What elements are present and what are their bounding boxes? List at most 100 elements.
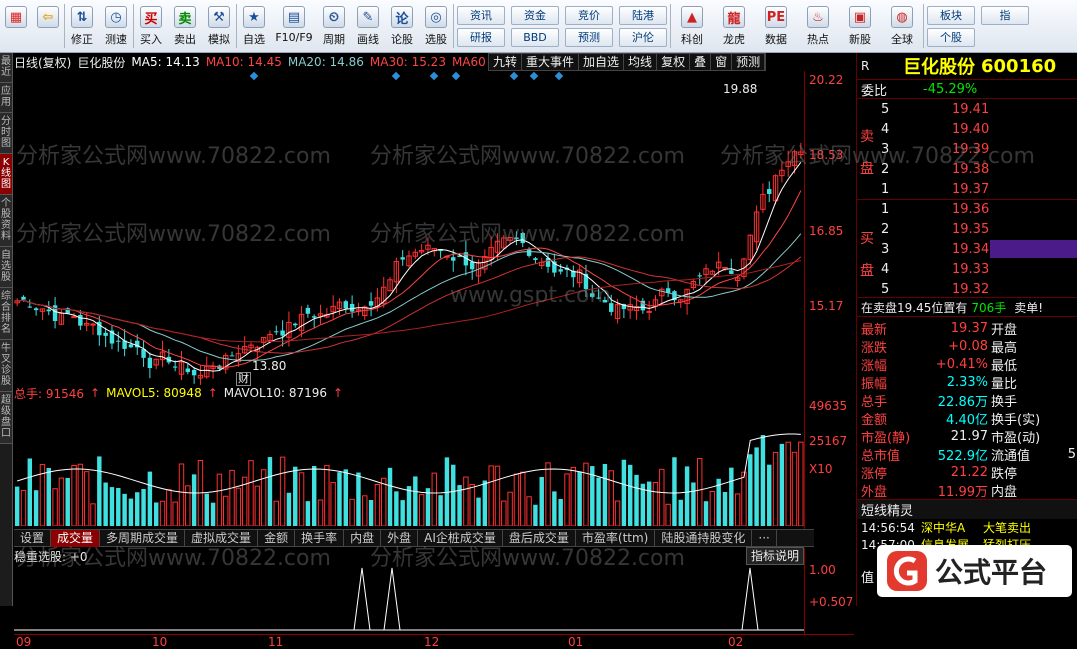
event-marker-icon[interactable] — [509, 71, 519, 81]
卖出-button[interactable]: 卖卖出 — [168, 0, 202, 52]
indicator-tab[interactable]: 多周期成交量 — [100, 529, 186, 547]
event-marker-icon[interactable] — [529, 71, 539, 81]
kline-chart[interactable] — [14, 71, 804, 401]
周期-button[interactable]: ⏲ 周期 — [317, 0, 351, 52]
stat-label: 振幅 — [861, 376, 888, 392]
toolbar-text-button[interactable]: BBD — [511, 27, 559, 47]
自选-button[interactable]: ★ 自选 — [237, 0, 271, 52]
stat-label: 涨停 — [861, 466, 888, 482]
toolbar-text-button[interactable]: 资金 — [511, 5, 559, 25]
toolbar-text-button[interactable]: 竞价 — [565, 5, 613, 25]
candle-body — [602, 299, 608, 303]
sell-icon: 卖 — [174, 6, 196, 28]
toolbar-text-button[interactable]: 陆港 — [619, 5, 667, 25]
toolbar-text-button[interactable]: 沪伦 — [619, 27, 667, 47]
热点-button[interactable]: ♨ 热点 — [797, 0, 839, 52]
新股-button[interactable]: ▣ 新股 — [839, 0, 881, 52]
龙虎-button[interactable]: 龍龙虎 — [713, 0, 755, 52]
toolbar-text-button[interactable]: 资讯 — [457, 5, 505, 25]
indicator-tab[interactable]: 盘后成交量 — [503, 529, 576, 547]
sidebar-tab[interactable]: 超级盘口 — [0, 392, 12, 444]
sidebar-tab[interactable]: 分时图 — [0, 113, 12, 154]
indicator-tab[interactable]: ··· — [752, 529, 777, 547]
volume-bar — [741, 471, 747, 526]
stat-value: 21.22 — [950, 464, 988, 480]
indicator-tab[interactable]: 外盘 — [381, 529, 419, 547]
sidebar-tab[interactable]: 综合排名 — [0, 288, 12, 340]
ask-row[interactable]: 5 19.41 — [857, 99, 1077, 119]
kline-toolbar-button[interactable]: 加自选 — [579, 54, 625, 70]
toolbar-text-button[interactable]: 指 — [981, 5, 1029, 25]
event-marker-icon[interactable] — [451, 71, 461, 81]
bid-row[interactable]: 2 19.35 — [857, 219, 1077, 239]
测速-button[interactable]: ◷ 测速 — [99, 0, 133, 52]
模拟-button[interactable]: ⚒ 模拟 — [202, 0, 236, 52]
volume-bar — [709, 491, 716, 526]
sidebar-tab[interactable]: K线图 — [0, 154, 12, 195]
bid-row[interactable]: 1 19.36 — [857, 199, 1077, 219]
sidebar-tab[interactable]: 最近 — [0, 53, 12, 83]
kline-period[interactable]: 日线(复权) — [14, 54, 71, 71]
indicator-tab[interactable]: 换手率 — [295, 529, 345, 547]
indicator-tab[interactable]: 市盈率(ttm) — [576, 529, 656, 547]
refresh-flag[interactable]: R — [857, 59, 875, 73]
event-marker-icon[interactable] — [249, 71, 259, 81]
indicator-tab[interactable]: 内盘 — [344, 529, 382, 547]
indicator-tab[interactable]: 成交量 — [51, 529, 101, 547]
event-marker-icon[interactable] — [554, 71, 564, 81]
volume-bar — [14, 486, 20, 526]
volume-bar — [273, 500, 279, 526]
买入-button[interactable]: 买买入 — [134, 0, 168, 52]
stat-label-right: 跌停 — [991, 466, 1018, 482]
论股-button[interactable]: 论论股 — [385, 0, 419, 52]
hammer-icon: ⚒ — [208, 6, 230, 28]
ask-level: 5 — [881, 101, 890, 117]
finance-mark[interactable]: 财 — [236, 372, 251, 386]
bid-row[interactable]: 3 19.34 — [857, 239, 1077, 259]
event-marker-icon[interactable] — [429, 71, 439, 81]
kline-toolbar-button[interactable]: 均线 — [624, 54, 658, 70]
画线-button[interactable]: ✎ 画线 — [351, 0, 385, 52]
kline-toolbar-button[interactable]: 重大事件 — [522, 54, 580, 70]
indicator-help-button[interactable]: 指标说明 — [746, 547, 805, 565]
toolbar-text-button[interactable]: 研报 — [457, 27, 505, 47]
candle-body — [191, 369, 197, 376]
选股-button[interactable]: ◎ 选股 — [419, 0, 453, 52]
sidebar-tab[interactable]: 自选股 — [0, 247, 12, 288]
indicator-tab[interactable]: 虚拟成交量 — [185, 529, 259, 547]
sidebar-tab[interactable]: 应用 — [0, 83, 12, 113]
sidebar-tab[interactable]: 个股资料 — [0, 195, 12, 247]
全球-button[interactable]: ◍ 全球 — [881, 0, 923, 52]
F10/F9-button[interactable]: ▤ F10/F9 — [271, 0, 317, 52]
pencil-icon: ✎ — [357, 6, 379, 28]
ask-row[interactable]: 4 19.40 — [857, 119, 1077, 139]
indicator-tab[interactable]: AI企桩成交量 — [418, 529, 503, 547]
bid-price: 19.32 — [952, 281, 990, 297]
bid-row[interactable]: 4 19.33 — [857, 259, 1077, 279]
candle-body — [343, 301, 349, 309]
bid-row[interactable]: 5 19.32 — [857, 279, 1077, 299]
数据-button[interactable]: PE 数据 — [755, 0, 797, 52]
event-marker-icon[interactable] — [391, 71, 401, 81]
修正-button[interactable]: ⇅ 修正 — [65, 0, 99, 52]
indicator-tab[interactable]: 陆股通持股变化 — [655, 529, 753, 547]
kline-toolbar-button[interactable]: 复权 — [657, 54, 691, 70]
kline-toolbar-button[interactable]: 九转 — [489, 54, 523, 70]
indicator-tab[interactable]: 金额 — [258, 529, 296, 547]
kline-toolbar-button[interactable]: 预测 — [732, 54, 766, 70]
kline-toolbar-button[interactable]: 窗 — [711, 54, 733, 70]
back-arrow-icon-button[interactable]: ⇦ — [32, 0, 64, 52]
volume-chart[interactable] — [14, 402, 804, 526]
科创-button[interactable]: ▲ 科创 — [671, 0, 713, 52]
ask-row[interactable]: 3 19.39 — [857, 139, 1077, 159]
toolbar-text-button[interactable]: 预测 — [565, 27, 613, 47]
toolbar-text-button[interactable]: 板块 — [927, 5, 975, 25]
indicator-tab[interactable]: 设置 — [14, 529, 52, 547]
short-elf-item[interactable]: 14:56:54 深中华A 大笔卖出 — [857, 519, 1077, 536]
ask-row[interactable]: 2 19.38 — [857, 159, 1077, 179]
ask-row[interactable]: 1 19.37 — [857, 179, 1077, 199]
windows-logo-icon-button[interactable]: ▦ — [0, 0, 32, 52]
kline-toolbar-button[interactable]: 叠 — [690, 54, 712, 70]
sidebar-tab[interactable]: 牛叉诊股 — [0, 340, 12, 392]
toolbar-text-button[interactable]: 个股 — [927, 27, 975, 47]
